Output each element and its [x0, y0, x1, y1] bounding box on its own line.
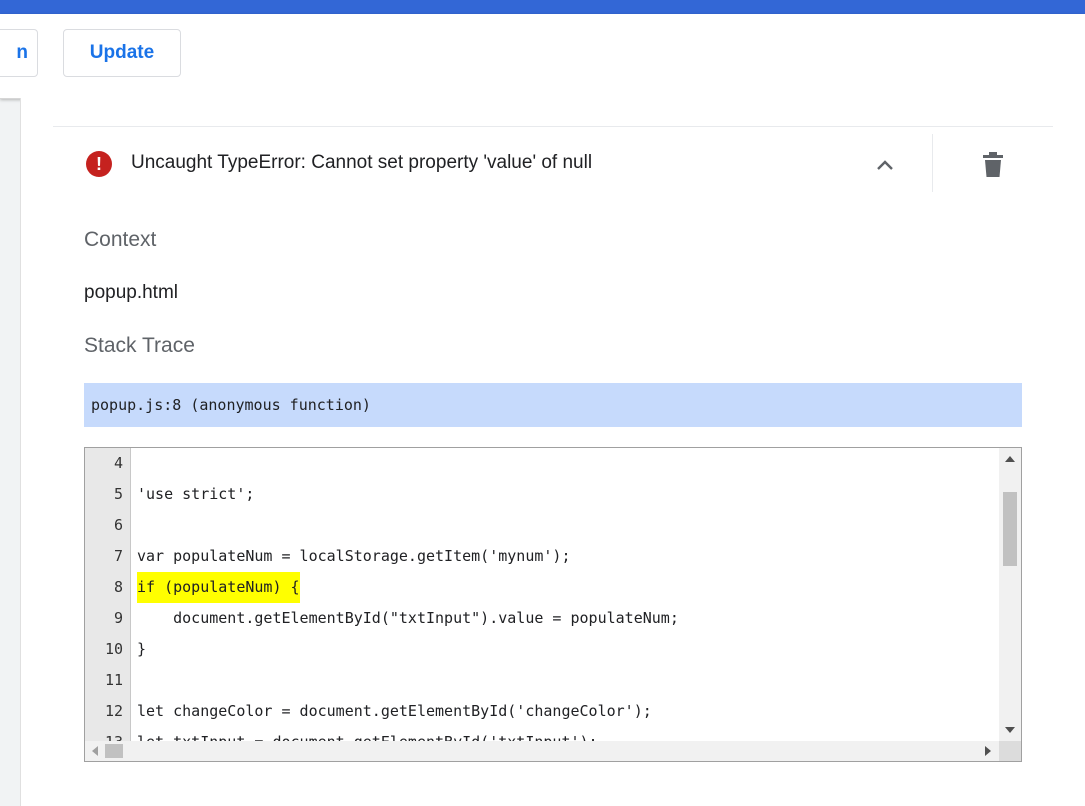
trash-icon[interactable] [981, 152, 1005, 178]
partial-button[interactable]: n [0, 29, 38, 77]
error-message: Uncaught TypeError: Cannot set property … [131, 152, 593, 173]
update-button[interactable]: Update [63, 29, 181, 77]
code-line: let changeColor = document.getElementByI… [137, 702, 652, 720]
line-number-gutter: 4 5 6 7 8 9 10 11 12 13 [85, 448, 131, 741]
code-line: var populateNum = localStorage.getItem('… [137, 547, 571, 565]
code-viewer: 4 5 6 7 8 9 10 11 12 13 'use strict'; var populate… [84, 447, 1022, 762]
error-detail-card: ! Uncaught TypeError: Cannot set propert… [20, 98, 1085, 806]
chevron-up-icon[interactable] [874, 154, 896, 176]
code-line: } [137, 640, 147, 658]
vertical-separator [932, 134, 933, 192]
line-number: 8 [113, 578, 123, 596]
context-value: popup.html [84, 282, 179, 303]
scrollbar-corner [999, 741, 1021, 761]
scroll-down-icon[interactable] [1005, 727, 1015, 733]
toolbar: n Update [0, 14, 1085, 99]
vertical-scrollbar[interactable] [999, 448, 1021, 741]
code-line: document.getElementById("txtInput").valu… [137, 609, 679, 627]
scroll-up-icon[interactable] [1005, 456, 1015, 462]
horizontal-scroll-thumb[interactable] [105, 744, 123, 758]
horizontal-scrollbar[interactable] [85, 741, 999, 761]
context-heading: Context [84, 228, 157, 251]
line-number: 10 [104, 640, 123, 658]
line-number: 9 [113, 609, 123, 627]
top-accent-bar [0, 0, 1085, 14]
stack-trace-heading: Stack Trace [84, 334, 195, 357]
divider [53, 126, 1053, 127]
line-number: 7 [113, 547, 123, 565]
line-number: 4 [113, 454, 123, 472]
line-number: 11 [104, 671, 123, 689]
line-number: 13 [85, 727, 123, 741]
line-number: 12 [104, 702, 123, 720]
code-line: 'use strict'; [137, 485, 255, 503]
code-lines: 'use strict'; var populateNum = localStor… [137, 448, 999, 741]
stack-frame[interactable]: popup.js:8 (anonymous function) [84, 383, 1022, 427]
scroll-left-icon[interactable] [92, 746, 98, 756]
code-line: if (populateNum) { [137, 572, 300, 603]
vertical-scroll-thumb[interactable] [1003, 492, 1017, 566]
error-icon: ! [86, 151, 112, 177]
scroll-right-icon[interactable] [985, 746, 991, 756]
line-number: 6 [113, 516, 123, 534]
code-line: let txtInput = document.getElementById('… [137, 727, 598, 741]
line-number: 5 [113, 485, 123, 503]
